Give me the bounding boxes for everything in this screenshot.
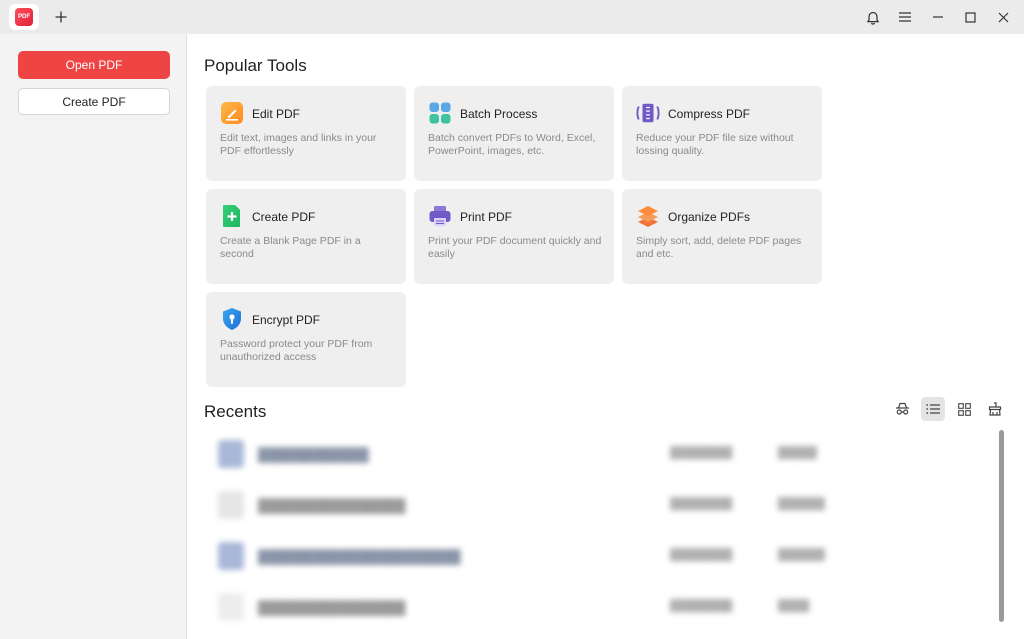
edit-pdf-icon xyxy=(221,102,243,124)
tool-description: Batch convert PDFs to Word, Excel, Power… xyxy=(428,132,596,157)
tool-name: Print PDF xyxy=(460,210,513,224)
menu-icon xyxy=(899,12,911,22)
plus-icon xyxy=(55,11,67,23)
maximize-icon xyxy=(964,11,976,23)
file-date-placeholder: ████████ xyxy=(670,498,733,510)
list-item[interactable]: ████████████████ ████████ ██████ xyxy=(210,485,1000,525)
list-item[interactable]: ████████████ ████████ █████ xyxy=(210,434,1000,474)
file-name-placeholder: ██████████████████████ xyxy=(258,549,461,564)
app-logo[interactable]: PDF xyxy=(9,4,39,30)
file-thumbnail xyxy=(218,593,244,621)
list-item[interactable]: ██████████████████████ ████████ ██████ xyxy=(210,536,1000,576)
tool-card-organize-pdfs[interactable]: Organize PDFs Simply sort, add, delete P… xyxy=(622,189,822,284)
file-size-placeholder: ██████ xyxy=(778,549,825,561)
maximize-button[interactable] xyxy=(957,4,983,30)
new-tab-button[interactable] xyxy=(50,6,72,28)
minimize-icon xyxy=(933,16,943,18)
main-menu-button[interactable] xyxy=(892,4,918,30)
tool-name: Batch Process xyxy=(460,107,538,121)
file-thumbnail xyxy=(218,491,244,519)
tool-description: Reduce your PDF file size without lossin… xyxy=(636,132,794,157)
tool-description: Create a Blank Page PDF in a second xyxy=(220,235,361,260)
close-icon xyxy=(998,12,1008,22)
clear-history-icon xyxy=(988,402,1002,416)
tool-description: Print your PDF document quickly and easi… xyxy=(428,235,602,260)
tool-card-edit-pdf[interactable]: Edit PDF Edit text, images and links in … xyxy=(206,86,406,181)
file-name-placeholder: ████████████ xyxy=(258,447,369,462)
clear-history-button[interactable] xyxy=(983,397,1007,421)
popular-tools-title: Popular Tools xyxy=(204,56,307,75)
create-pdf-button[interactable]: Create PDF xyxy=(18,88,170,115)
grid-view-button[interactable] xyxy=(952,397,976,421)
tool-card-batch-process[interactable]: Batch Process Batch convert PDFs to Word… xyxy=(414,86,614,181)
tool-name: Create PDF xyxy=(252,210,316,224)
tool-card-print-pdf[interactable]: Print PDF Print your PDF document quickl… xyxy=(414,189,614,284)
file-date-placeholder: ████████ xyxy=(670,447,733,459)
file-size-placeholder: ██████ xyxy=(778,498,825,510)
compress-pdf-icon xyxy=(636,103,660,123)
printer-icon xyxy=(429,206,451,226)
batch-process-icon xyxy=(429,102,451,124)
file-name-placeholder: ████████████████ xyxy=(258,498,406,513)
list-view-icon xyxy=(926,404,940,414)
tool-description: Simply sort, add, delete PDF pages and e… xyxy=(636,235,802,260)
file-thumbnail xyxy=(218,440,244,468)
file-size-placeholder: ████ xyxy=(778,600,810,612)
layers-icon xyxy=(638,206,658,227)
list-view-button[interactable] xyxy=(921,397,945,421)
tool-description: Edit text, images and links in your PDF … xyxy=(220,132,377,157)
tool-name: Encrypt PDF xyxy=(252,313,321,327)
file-name-placeholder: ████████████████ xyxy=(258,600,406,615)
sidebar: Open PDF Create PDF xyxy=(0,34,187,639)
recents-title: Recents xyxy=(204,402,267,421)
shield-lock-icon xyxy=(223,308,241,330)
bell-icon xyxy=(867,11,879,25)
incognito-icon xyxy=(895,402,909,415)
main-content: Popular Tools Edit PDF Edit text, images… xyxy=(188,34,1024,639)
file-date-placeholder: ████████ xyxy=(670,600,733,612)
create-pdf-icon xyxy=(223,205,240,227)
tool-name: Compress PDF xyxy=(668,107,751,121)
tool-description: Password protect your PDF from unauthori… xyxy=(220,338,373,363)
grid-view-icon xyxy=(957,402,971,416)
title-bar: PDF xyxy=(0,0,1024,34)
incognito-button[interactable] xyxy=(890,397,914,421)
list-item[interactable]: ████████████████ ████████ ████ xyxy=(210,587,1000,627)
minimize-button[interactable] xyxy=(925,4,951,30)
tool-name: Organize PDFs xyxy=(668,210,751,224)
tool-name: Edit PDF xyxy=(252,107,301,121)
notifications-button[interactable] xyxy=(860,4,886,30)
close-button[interactable] xyxy=(990,4,1016,30)
open-pdf-button[interactable]: Open PDF xyxy=(18,51,170,79)
pdf-app-logo-icon: PDF xyxy=(15,8,33,26)
tool-card-encrypt-pdf[interactable]: Encrypt PDF Password protect your PDF fr… xyxy=(206,292,406,387)
file-thumbnail xyxy=(218,542,244,570)
tool-card-compress-pdf[interactable]: Compress PDF Reduce your PDF file size w… xyxy=(622,86,822,181)
recents-scrollbar[interactable] xyxy=(999,430,1004,622)
file-date-placeholder: ████████ xyxy=(670,549,733,561)
tool-card-create-pdf[interactable]: Create PDF Create a Blank Page PDF in a … xyxy=(206,189,406,284)
recent-files-list: ████████████ ████████ █████ ████████████… xyxy=(210,429,1000,639)
file-size-placeholder: █████ xyxy=(778,447,817,459)
